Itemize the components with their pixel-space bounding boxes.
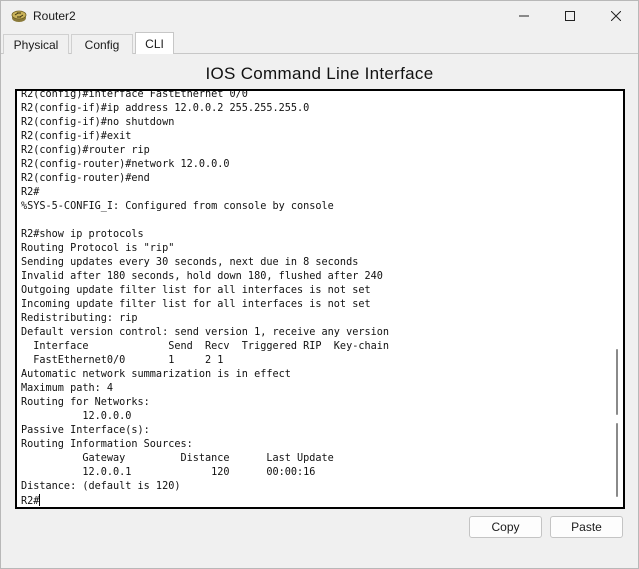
console-line: FastEthernet0/0 1 2 1 xyxy=(21,355,224,366)
scrollbar-thumb[interactable] xyxy=(616,349,618,415)
console-line: Incoming update filter list for all inte… xyxy=(21,299,371,310)
minimize-button[interactable] xyxy=(501,1,547,32)
console-line: R2(config)#router rip xyxy=(21,145,150,156)
console-line: R2(config-router)#network 12.0.0.0 xyxy=(21,159,230,170)
router-window: Router2 Physical Config CLI IOS Command … xyxy=(0,0,639,569)
cli-console[interactable]: R2(config)#interface FastEthernet 0/0 R2(… xyxy=(15,89,625,509)
console-line: R2# xyxy=(21,494,41,507)
close-icon xyxy=(610,8,622,26)
console-line: R2(config)#interface FastEthernet 0/0 xyxy=(21,89,248,100)
console-line: Distance: (default is 120) xyxy=(21,481,181,492)
console-line: R2#show ip protocols xyxy=(21,229,144,240)
console-line: 12.0.0.0 xyxy=(21,411,132,422)
console-line: Outgoing update filter list for all inte… xyxy=(21,285,371,296)
console-line: Sending updates every 30 seconds, next d… xyxy=(21,257,359,268)
paste-button[interactable]: Paste xyxy=(550,516,623,538)
console-line: R2(config-router)#end xyxy=(21,173,150,184)
console-line: R2(config-if)#no shutdown xyxy=(21,117,175,128)
close-button[interactable] xyxy=(593,1,639,32)
console-line: R2(config-if)#ip address 12.0.0.2 255.25… xyxy=(21,103,310,114)
tab-bar: Physical Config CLI xyxy=(1,32,638,55)
minimize-icon xyxy=(519,8,529,26)
console-line: Default version control: send version 1,… xyxy=(21,327,390,338)
console-line: 12.0.0.1 120 00:00:16 xyxy=(21,467,316,478)
console-scrollbar[interactable] xyxy=(614,91,620,507)
console-output[interactable]: R2(config)#interface FastEthernet 0/0 R2(… xyxy=(21,89,611,507)
console-line: Passive Interface(s): xyxy=(21,425,150,436)
copy-button[interactable]: Copy xyxy=(469,516,542,538)
scrollbar-thumb-lower[interactable] xyxy=(616,423,618,497)
console-line: Maximum path: 4 xyxy=(21,383,114,394)
router-icon xyxy=(11,9,27,23)
maximize-button[interactable] xyxy=(547,1,593,32)
console-line: Automatic network summarization is in ef… xyxy=(21,369,291,380)
console-line: Invalid after 180 seconds, hold down 180… xyxy=(21,271,383,282)
console-line: Redistributing: rip xyxy=(21,313,138,324)
console-line: Gateway Distance Last Update xyxy=(21,453,334,464)
title-bar[interactable]: Router2 xyxy=(1,1,638,32)
console-line: Routing for Networks: xyxy=(21,397,150,408)
tab-physical[interactable]: Physical xyxy=(3,34,69,54)
console-line: Routing Information Sources: xyxy=(21,439,193,450)
page-title: IOS Command Line Interface xyxy=(205,64,434,83)
console-line: R2(config-if)#exit xyxy=(21,131,132,142)
window-title: Router2 xyxy=(33,9,76,23)
tab-config[interactable]: Config xyxy=(71,34,133,54)
console-line: %SYS-5-CONFIG_I: Configured from console… xyxy=(21,201,334,212)
console-line: Routing Protocol is "rip" xyxy=(21,243,175,254)
maximize-icon xyxy=(565,8,575,26)
cli-panel: IOS Command Line Interface R2(config)#in… xyxy=(3,54,636,568)
console-line: R2# xyxy=(21,187,40,198)
tab-cli[interactable]: CLI xyxy=(135,32,174,55)
console-line: Interface Send Recv Triggered RIP Key-ch… xyxy=(21,341,390,352)
text-cursor xyxy=(39,494,41,506)
